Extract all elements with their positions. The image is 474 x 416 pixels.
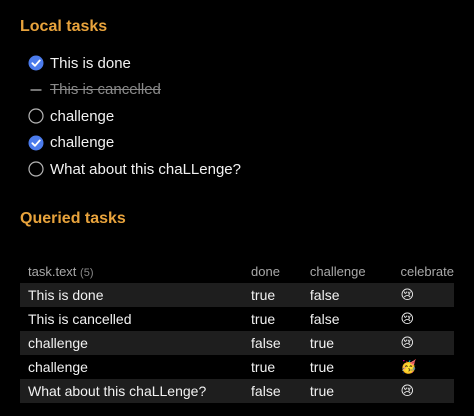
table-row: challenge false true 😢 bbox=[20, 331, 454, 355]
cell-challenge: true bbox=[301, 331, 393, 355]
cell-task-text[interactable]: challenge bbox=[20, 355, 244, 379]
cell-challenge: true bbox=[301, 379, 393, 403]
cell-done: false bbox=[243, 379, 302, 403]
cell-celebrate: 😢 bbox=[392, 307, 454, 331]
cell-task-text[interactable]: What about this chaLLenge? bbox=[20, 379, 244, 403]
task-item: This is done bbox=[28, 50, 241, 77]
cell-done: true bbox=[243, 355, 302, 379]
task-text: challenge bbox=[50, 134, 115, 152]
task-text: What about this chaLLenge? bbox=[50, 160, 241, 178]
column-header-celebrate[interactable]: celebrate bbox=[393, 259, 454, 283]
task-item: This is cancelled bbox=[28, 77, 241, 104]
checked-circle-icon[interactable] bbox=[28, 55, 44, 71]
table-header-row: task.text (5) done challenge celebrate bbox=[20, 259, 454, 283]
task-text: This is cancelled bbox=[50, 81, 161, 99]
table-row: This is cancelled true false 😢 bbox=[20, 307, 454, 331]
task-item: challenge bbox=[28, 103, 241, 130]
local-tasks-heading: Local tasks bbox=[20, 18, 108, 35]
local-task-list: This is done This is cancelled challenge… bbox=[28, 50, 241, 183]
column-header-task-text[interactable]: task.text (5) bbox=[20, 259, 243, 283]
task-text: This is done bbox=[50, 54, 131, 72]
cell-celebrate: 😢 bbox=[392, 379, 454, 403]
task-text: challenge bbox=[50, 107, 115, 125]
table-row: This is done true false 😢 bbox=[20, 283, 454, 307]
checked-circle-icon[interactable] bbox=[28, 135, 44, 151]
cell-celebrate: 🥳 bbox=[392, 355, 454, 379]
cell-task-text[interactable]: challenge bbox=[20, 331, 244, 355]
cell-challenge: false bbox=[301, 307, 393, 331]
cell-done: true bbox=[243, 307, 302, 331]
empty-circle-icon[interactable] bbox=[28, 161, 44, 177]
dash-icon[interactable] bbox=[28, 82, 44, 98]
empty-circle-icon[interactable] bbox=[28, 108, 44, 124]
cell-challenge: false bbox=[301, 283, 393, 307]
cell-done: false bbox=[243, 331, 302, 355]
cell-celebrate: 😢 bbox=[392, 331, 454, 355]
cell-challenge: true bbox=[301, 355, 393, 379]
column-header-done[interactable]: done bbox=[243, 259, 302, 283]
cell-done: true bbox=[243, 283, 302, 307]
table-row: What about this chaLLenge? false true 😢 bbox=[20, 379, 454, 403]
task-item: challenge bbox=[28, 130, 241, 157]
table-row: challenge true true 🥳 bbox=[20, 355, 454, 379]
column-header-challenge[interactable]: challenge bbox=[302, 259, 393, 283]
cell-celebrate: 😢 bbox=[392, 283, 454, 307]
queried-tasks-heading: Queried tasks bbox=[20, 210, 126, 227]
cell-task-text[interactable]: This is cancelled bbox=[20, 307, 244, 331]
cell-task-text[interactable]: This is done bbox=[20, 283, 244, 307]
result-count: (5) bbox=[80, 266, 94, 279]
task-item: What about this chaLLenge? bbox=[28, 156, 241, 183]
query-results-table: task.text (5) done challenge celebrate T… bbox=[20, 259, 454, 403]
